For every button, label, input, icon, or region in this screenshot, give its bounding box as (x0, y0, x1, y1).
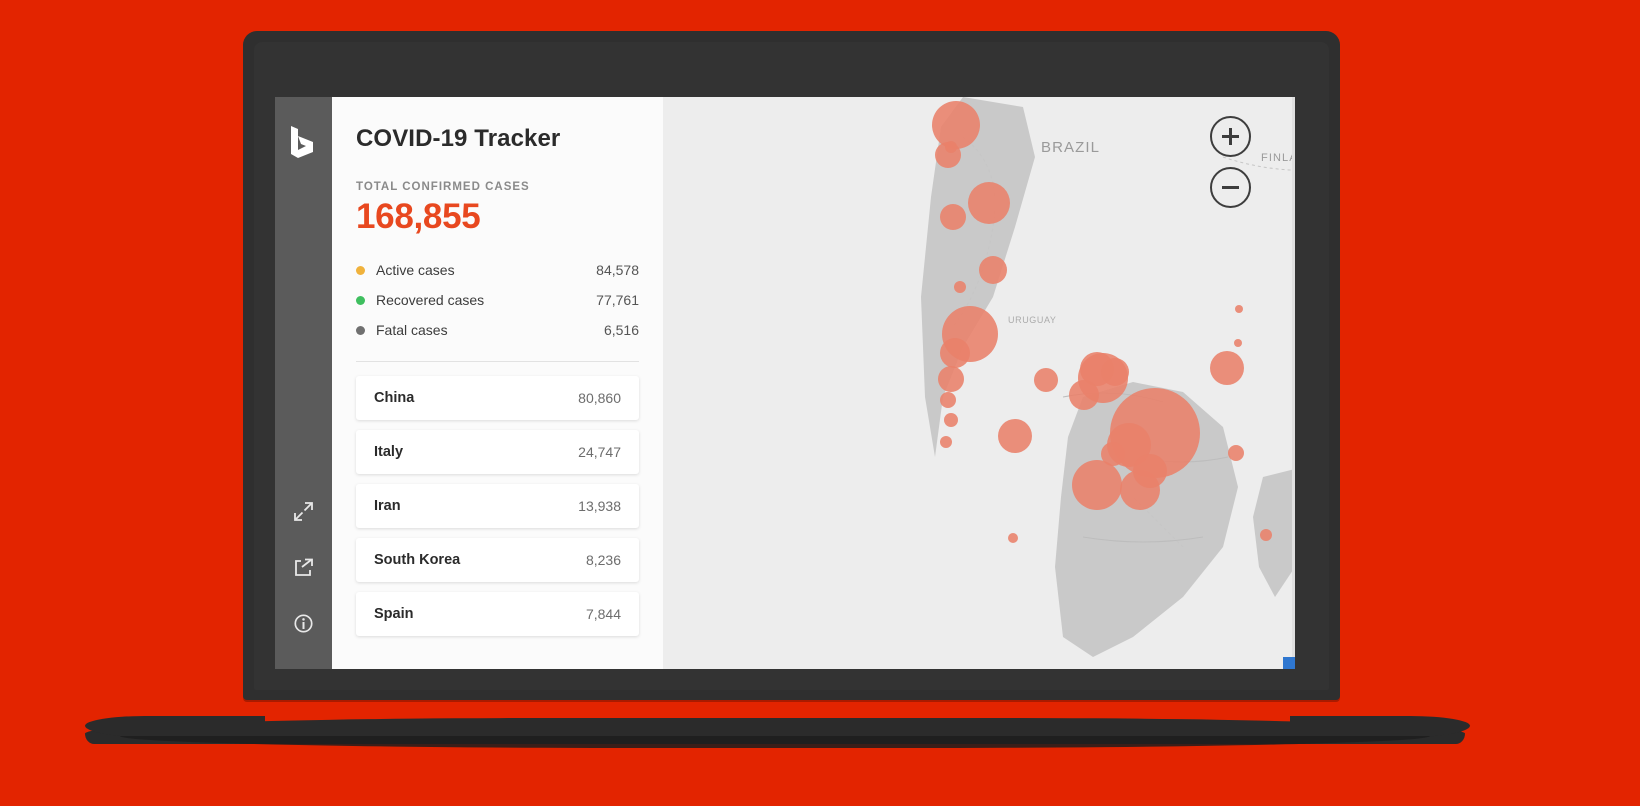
legend-label: Active cases (376, 262, 455, 278)
bing-logo[interactable] (289, 125, 319, 159)
country-name: Italy (374, 444, 404, 460)
laptop-screen: COVID-19 Tracker TOTAL CONFIRMED CASES 1… (275, 97, 1295, 669)
fatal-cases-dot (356, 325, 365, 335)
laptop-base-right-taper (1290, 716, 1470, 738)
app-rail (275, 97, 332, 669)
sidebar-panel: COVID-19 Tracker TOTAL CONFIRMED CASES 1… (332, 97, 663, 669)
list-item[interactable]: China 80,860 (356, 376, 639, 420)
map-canvas (921, 97, 1295, 657)
legend-label: Fatal cases (376, 322, 448, 338)
list-item[interactable]: Italy 24,747 (356, 430, 639, 474)
total-confirmed-label: TOTAL CONFIRMED CASES (356, 181, 530, 193)
total-confirmed-value: 168,855 (356, 197, 481, 236)
share-icon (294, 558, 313, 577)
minus-icon (1222, 186, 1239, 189)
list-item[interactable]: Spain 7,844 (356, 592, 639, 636)
panel-divider (356, 361, 639, 362)
map-resize-handle[interactable] (1283, 657, 1295, 669)
legend-list: Active cases 84,578 Recovered cases 77,7… (356, 255, 639, 345)
legend-value: 84,578 (596, 262, 639, 278)
info-button[interactable] (284, 603, 324, 643)
share-button[interactable] (284, 547, 324, 587)
fullscreen-icon (294, 501, 313, 521)
country-name: Iran (374, 498, 401, 514)
country-value: 24,747 (578, 444, 621, 460)
legend-value: 6,516 (603, 322, 639, 338)
fullscreen-button[interactable] (284, 491, 324, 531)
legend-row-fatal: Fatal cases 6,516 (356, 315, 639, 345)
list-item[interactable]: South Korea 8,236 (356, 538, 639, 582)
country-list: China 80,860 Italy 24,747 Iran 13,938 So… (356, 376, 639, 636)
country-value: 80,860 (578, 390, 621, 406)
world-map[interactable]: BRAZIL FINLAND UNITED KINGDOM DENMARK BE… (663, 97, 1295, 669)
legend-row-active: Active cases 84,578 (356, 255, 639, 285)
country-value: 7,844 (585, 606, 621, 622)
recovered-cases-dot (356, 295, 365, 305)
country-name: Spain (374, 606, 414, 622)
zoom-in-button[interactable] (1210, 116, 1251, 157)
screenshot-stage: COVID-19 Tracker TOTAL CONFIRMED CASES 1… (0, 0, 1640, 806)
page-title: COVID-19 Tracker (356, 125, 561, 152)
info-icon (294, 613, 313, 633)
country-value: 13,938 (578, 498, 621, 514)
country-name: South Korea (374, 552, 461, 568)
country-name: China (374, 390, 415, 406)
legend-row-recovered: Recovered cases 77,761 (356, 285, 639, 315)
laptop-base-left-taper (85, 716, 265, 738)
map-right-edge (1292, 97, 1295, 669)
list-item[interactable]: Iran 13,938 (356, 484, 639, 528)
legend-label: Recovered cases (376, 292, 485, 308)
laptop-base-shadow (120, 736, 1430, 748)
zoom-out-button[interactable] (1210, 167, 1251, 208)
country-value: 8,236 (585, 552, 621, 568)
active-cases-dot (356, 265, 365, 275)
legend-value: 77,761 (596, 292, 639, 308)
